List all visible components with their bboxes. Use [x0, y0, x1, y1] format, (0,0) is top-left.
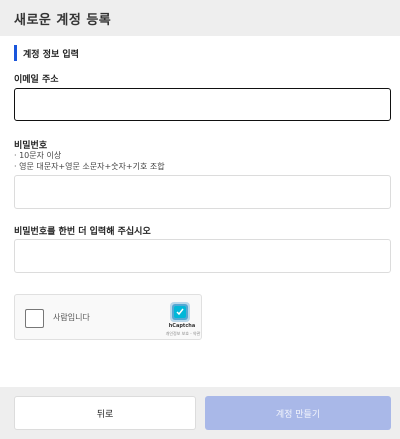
password-hint-composition: · 영문 대문자+영문 소문자+숫자+기호 조합: [14, 162, 165, 171]
captcha-checkbox[interactable]: [25, 309, 44, 328]
email-label: 이메일 주소: [14, 75, 59, 85]
captcha-brand: hCaptcha: [168, 323, 196, 329]
page-header: 새로운 계정 등록: [0, 0, 400, 36]
captcha-terms-link[interactable]: 개인정보 보호 - 약관: [153, 331, 213, 337]
page-title: 새로운 계정 등록: [14, 12, 112, 28]
footer-bar: 뒤로 계정 만들기: [0, 387, 400, 439]
password-hint-length: · 10문자 이상: [14, 151, 62, 160]
password-confirm-label: 비밀번호를 한번 더 입력해 주십시오: [14, 227, 151, 237]
captcha-widget: 사람입니다 hCaptcha 개인정보 보호 - 약관: [14, 294, 202, 340]
create-account-button[interactable]: 계정 만들기: [205, 396, 391, 430]
captcha-label: 사람입니다: [53, 313, 90, 322]
password-confirm-field[interactable]: [14, 239, 391, 273]
password-field[interactable]: [14, 175, 391, 209]
back-button[interactable]: 뒤로: [14, 396, 196, 430]
email-field[interactable]: [14, 88, 391, 121]
hcaptcha-logo-icon: [170, 302, 190, 322]
section-title: 계정 정보 입력: [14, 45, 79, 61]
